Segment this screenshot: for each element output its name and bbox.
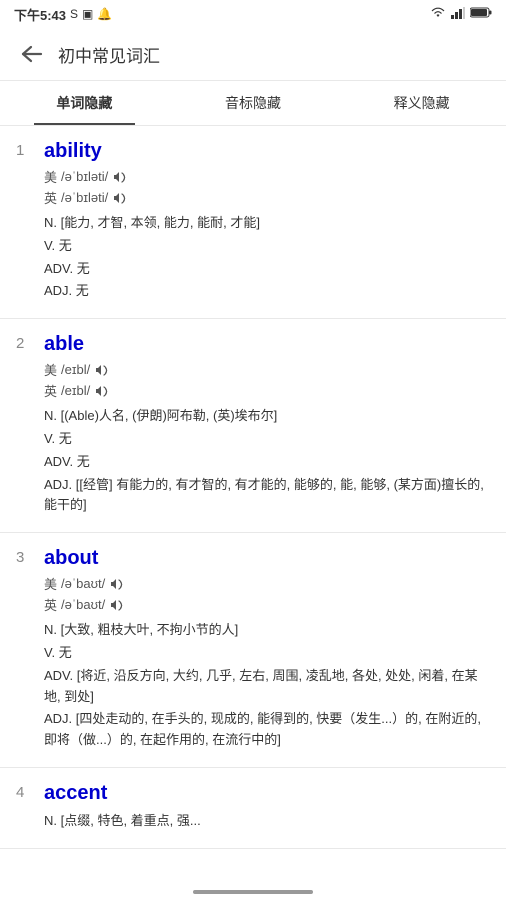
back-button[interactable] bbox=[16, 38, 48, 70]
definition-line: V. 无 bbox=[44, 429, 490, 450]
status-signal-s: S bbox=[70, 7, 78, 21]
header: 初中常见词汇 bbox=[0, 28, 506, 81]
status-signal-icon bbox=[451, 7, 465, 22]
status-battery-icon: ⚡ bbox=[470, 7, 492, 21]
phonetic-region: 英 bbox=[44, 381, 57, 400]
entry-definitions: N. [点缀, 特色, 着重点, 强... bbox=[44, 811, 490, 832]
phonetic-ipa: /əˈbaʊt/ bbox=[61, 576, 105, 591]
entry-number: 1 bbox=[16, 142, 34, 159]
tab-bar: 单词隐藏 音标隐藏 释义隐藏 bbox=[0, 81, 506, 126]
tab-phonetic-hide[interactable]: 音标隐藏 bbox=[169, 81, 338, 125]
status-bar: 下午5:43 S ▣ 🔔 ⚡ bbox=[0, 0, 506, 28]
tab-word-hide[interactable]: 单词隐藏 bbox=[0, 81, 169, 125]
sound-play-icon[interactable] bbox=[112, 169, 128, 185]
sound-play-icon[interactable] bbox=[109, 576, 125, 592]
definition-line: N. [大致, 粗枝大叶, 不拘小节的人] bbox=[44, 620, 490, 641]
entry-word: accent bbox=[44, 782, 490, 805]
definition-line: N. [点缀, 特色, 着重点, 强... bbox=[44, 811, 490, 832]
definition-line: N. [(Able)人名, (伊朗)阿布勒, (英)埃布尔] bbox=[44, 406, 490, 427]
entry-main: accent N. [点缀, 特色, 着重点, 强... bbox=[44, 782, 490, 834]
entry-definitions: N. [(Able)人名, (伊朗)阿布勒, (英)埃布尔]V. 无ADV. 无… bbox=[44, 406, 490, 516]
definition-line: ADJ. [[经管] 有能力的, 有才智的, 有才能的, 能够的, 能, 能够,… bbox=[44, 475, 490, 517]
entry-number: 4 bbox=[16, 784, 34, 801]
sound-play-icon[interactable] bbox=[94, 383, 110, 399]
word-entry-able: 2 able 美/eɪbl/ 英/eɪbl/ N. [(Able)人名, (伊朗)阿… bbox=[0, 319, 506, 533]
definition-line: V. 无 bbox=[44, 236, 490, 257]
phonetic-ipa: /eɪbl/ bbox=[61, 383, 90, 398]
entry-number: 3 bbox=[16, 549, 34, 566]
phonetic-row: 美/eɪbl/ bbox=[44, 360, 490, 379]
status-wifi-icon bbox=[430, 7, 446, 22]
word-list: 1 ability 美/əˈbɪləti/ 英/əˈbɪləti/ N. [能力, … bbox=[0, 126, 506, 849]
phonetic-ipa: /əˈbɪləti/ bbox=[61, 190, 108, 205]
status-notification-icon: 🔔 bbox=[97, 7, 112, 21]
word-entry-ability: 1 ability 美/əˈbɪləti/ 英/əˈbɪləti/ N. [能力, … bbox=[0, 126, 506, 319]
definition-line: ADJ. [四处走动的, 在手头的, 现成的, 能得到的, 快要（发生...）的… bbox=[44, 709, 490, 751]
phonetic-row: 英/əˈbaʊt/ bbox=[44, 595, 490, 614]
phonetic-row: 英/eɪbl/ bbox=[44, 381, 490, 400]
definition-line: V. 无 bbox=[44, 643, 490, 664]
tab-meaning-hide[interactable]: 释义隐藏 bbox=[337, 81, 506, 125]
phonetic-ipa: /eɪbl/ bbox=[61, 362, 90, 377]
sound-play-icon[interactable] bbox=[109, 597, 125, 613]
sound-play-icon[interactable] bbox=[112, 190, 128, 206]
entry-number: 2 bbox=[16, 335, 34, 352]
phonetic-region: 美 bbox=[44, 574, 57, 593]
entry-word: ability bbox=[44, 140, 490, 163]
scroll-indicator bbox=[193, 890, 313, 894]
entry-word: about bbox=[44, 547, 490, 570]
phonetic-region: 美 bbox=[44, 360, 57, 379]
word-entry-about: 3 about 美/əˈbaʊt/ 英/əˈbaʊt/ N. [大致, 粗枝大叶, … bbox=[0, 533, 506, 768]
definition-line: ADJ. 无 bbox=[44, 281, 490, 302]
status-time: 下午5:43 bbox=[14, 5, 66, 24]
phonetic-ipa: /əˈbɪləti/ bbox=[61, 169, 108, 184]
phonetic-row: 美/əˈbɪləti/ bbox=[44, 167, 490, 186]
definition-line: ADV. 无 bbox=[44, 259, 490, 280]
svg-text:⚡: ⚡ bbox=[491, 8, 492, 18]
status-sim-icon: ▣ bbox=[82, 7, 93, 21]
status-left: 下午5:43 S ▣ 🔔 bbox=[14, 5, 112, 24]
definition-line: N. [能力, 才智, 本领, 能力, 能耐, 才能] bbox=[44, 213, 490, 234]
entry-main: ability 美/əˈbɪləti/ 英/əˈbɪləti/ N. [能力, 才… bbox=[44, 140, 490, 304]
phonetic-ipa: /əˈbaʊt/ bbox=[61, 597, 105, 612]
word-entry-accent: 4 accent N. [点缀, 特色, 着重点, 强... bbox=[0, 768, 506, 849]
entry-main: able 美/eɪbl/ 英/eɪbl/ N. [(Able)人名, (伊朗)阿布… bbox=[44, 333, 490, 518]
phonetic-row: 美/əˈbaʊt/ bbox=[44, 574, 490, 593]
definition-line: ADV. [将近, 沿反方向, 大约, 几乎, 左右, 周围, 凌乱地, 各处,… bbox=[44, 666, 490, 708]
entry-definitions: N. [大致, 粗枝大叶, 不拘小节的人]V. 无ADV. [将近, 沿反方向,… bbox=[44, 620, 490, 751]
entry-main: about 美/əˈbaʊt/ 英/əˈbaʊt/ N. [大致, 粗枝大叶, 不… bbox=[44, 547, 490, 753]
sound-play-icon[interactable] bbox=[94, 362, 110, 378]
definition-line: ADV. 无 bbox=[44, 452, 490, 473]
entry-word: able bbox=[44, 333, 490, 356]
status-right: ⚡ bbox=[430, 7, 492, 22]
phonetic-region: 英 bbox=[44, 188, 57, 207]
phonetic-region: 英 bbox=[44, 595, 57, 614]
entry-definitions: N. [能力, 才智, 本领, 能力, 能耐, 才能]V. 无ADV. 无ADJ… bbox=[44, 213, 490, 302]
header-title: 初中常见词汇 bbox=[58, 42, 160, 67]
phonetic-region: 美 bbox=[44, 167, 57, 186]
phonetic-row: 英/əˈbɪləti/ bbox=[44, 188, 490, 207]
